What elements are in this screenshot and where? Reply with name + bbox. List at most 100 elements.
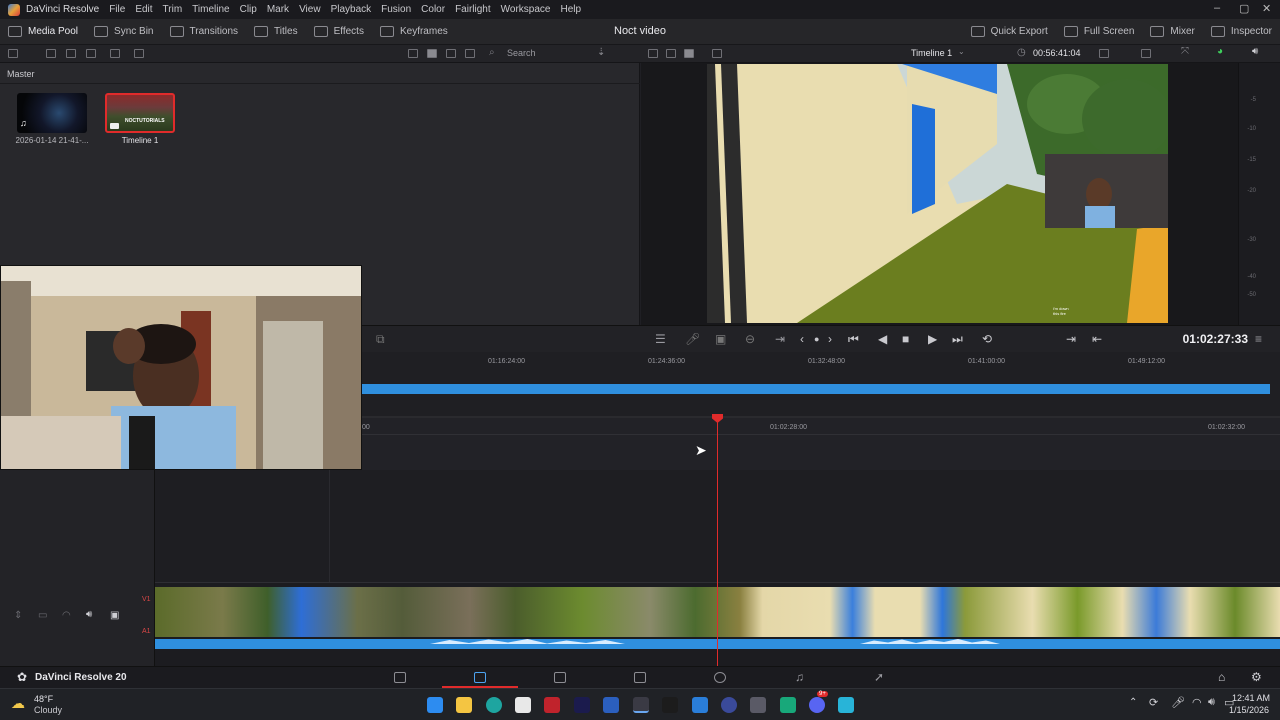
volume-tray-icon[interactable]: 🔊︎ — [1208, 696, 1215, 709]
panel-icon[interactable] — [8, 49, 18, 58]
in-point-icon[interactable]: ⇤ — [1092, 332, 1102, 346]
inspector-button[interactable]: Inspector — [1203, 19, 1280, 45]
layout-icon[interactable] — [712, 49, 722, 58]
color-page-icon[interactable] — [714, 672, 726, 683]
menu-view[interactable]: View — [299, 4, 321, 15]
close-icon[interactable]: ✕ — [1262, 2, 1271, 15]
media-clip-thumbnail[interactable]: ♫ — [17, 93, 87, 133]
mic-tray-icon[interactable]: 🎤︎ — [1171, 696, 1185, 709]
menu-playback[interactable]: Playback — [331, 4, 372, 15]
premiere-icon[interactable] — [574, 697, 590, 713]
headphones-icon[interactable]: ◠ — [62, 610, 71, 621]
out-point-icon[interactable]: ⇥ — [1066, 332, 1076, 346]
word-icon[interactable] — [603, 697, 619, 713]
keyframes-button[interactable]: Keyframes — [372, 19, 456, 45]
filmstrip-view-icon[interactable] — [446, 49, 456, 58]
wifi-icon[interactable]: ◠ — [1192, 696, 1202, 709]
thumbnail-view-icon[interactable] — [427, 49, 437, 58]
playhead-line[interactable] — [717, 418, 718, 666]
volume-icon[interactable]: 🔊︎ — [1252, 46, 1258, 57]
clock-time[interactable]: 12:41 AM — [1232, 693, 1270, 703]
app-icon[interactable] — [721, 697, 737, 713]
timeline-overview[interactable]: 01:16:24:00 01:24:36:00 01:32:48:00 01:4… — [362, 352, 1280, 418]
next-marker-icon[interactable]: › — [828, 332, 832, 346]
dual-viewer-icon[interactable] — [666, 49, 676, 58]
sort-icon[interactable]: ⇣ — [597, 47, 605, 58]
file-explorer-icon[interactable] — [456, 697, 472, 713]
menu-edit[interactable]: Edit — [135, 4, 152, 15]
list-view-icon[interactable] — [465, 49, 475, 58]
weather-icon[interactable]: ☁ — [11, 695, 25, 712]
clock-date[interactable]: 1/15/2026 — [1229, 705, 1269, 715]
menu-trim[interactable]: Trim — [163, 4, 183, 15]
monitor-icon[interactable]: ▣ — [110, 610, 119, 621]
edge-browser-icon[interactable] — [486, 697, 502, 713]
move-track-icon[interactable]: ⇕ — [14, 610, 22, 621]
link-icon[interactable] — [134, 49, 144, 58]
notepad-icon[interactable] — [838, 697, 854, 713]
play-icon[interactable]: ▶ — [928, 332, 937, 346]
settings-sliders-icon[interactable]: ☰ — [655, 332, 666, 346]
go-to-start-icon[interactable]: ⏮︎ — [848, 332, 859, 347]
whatsapp-icon[interactable] — [780, 697, 796, 713]
windows-start-icon[interactable] — [427, 697, 443, 713]
bin-icon[interactable] — [66, 49, 76, 58]
menu-mark[interactable]: Mark — [267, 4, 289, 15]
mail-icon[interactable] — [692, 697, 708, 713]
viewer-panel[interactable]: i'm down this fire — [641, 63, 1238, 325]
mcafee-icon[interactable] — [544, 697, 560, 713]
fusion-page-icon[interactable] — [634, 672, 646, 683]
stop-icon[interactable]: ■ — [902, 332, 909, 346]
store-icon[interactable] — [515, 697, 531, 713]
overlay-icon[interactable]: ▣ — [715, 332, 726, 346]
overview-clip-bar[interactable] — [362, 384, 1270, 394]
color-wheel-icon[interactable]: ◕ — [1217, 46, 1223, 57]
viewer-mode-icon[interactable] — [648, 49, 658, 58]
speaker-icon[interactable]: 🔊︎ — [86, 609, 92, 620]
timeline-clip-thumbnail[interactable]: NOCTUTORIALS — [105, 93, 175, 133]
metadata-view-icon[interactable] — [408, 49, 418, 58]
options-menu-icon[interactable]: ≡ — [1255, 332, 1262, 346]
loop-icon[interactable]: ⟲ — [982, 332, 992, 346]
quick-export-button[interactable]: Quick Export — [963, 19, 1056, 45]
new-bin-icon[interactable] — [46, 49, 56, 58]
tray-chevron-icon[interactable]: ⌃ — [1129, 697, 1137, 708]
search-input[interactable]: Search — [507, 48, 536, 58]
menu-fusion[interactable]: Fusion — [381, 4, 411, 15]
davinci-taskbar-icon[interactable] — [633, 697, 649, 713]
transitions-button[interactable]: Transitions — [162, 19, 247, 45]
mic-icon[interactable]: 🎤︎ — [685, 332, 700, 346]
minimize-icon[interactable]: – — [1214, 2, 1220, 14]
cut-page-icon[interactable] — [474, 672, 486, 683]
zoom-tool-icon[interactable]: ⊖ — [745, 332, 755, 346]
single-viewer-icon[interactable] — [684, 49, 694, 58]
menu-help[interactable]: Help — [560, 4, 581, 15]
mark-icon[interactable]: ⇥ — [775, 332, 785, 346]
chevron-down-icon[interactable]: ⌄ — [958, 47, 965, 56]
settings-gear-icon[interactable]: ⚙ — [1251, 670, 1262, 684]
zoom-icon[interactable] — [1099, 49, 1109, 58]
fairlight-page-icon[interactable]: ♫ — [795, 670, 804, 684]
menu-timeline[interactable]: Timeline — [192, 4, 229, 15]
sync-bin-button[interactable]: Sync Bin — [86, 19, 161, 45]
titles-button[interactable]: Titles — [246, 19, 306, 45]
menu-fairlight[interactable]: Fairlight — [455, 4, 491, 15]
edit-page-icon[interactable] — [554, 672, 566, 683]
go-to-end-icon[interactable]: ⏭︎ — [952, 332, 963, 347]
timeline-selector[interactable]: Timeline 1 — [911, 48, 952, 58]
sync-tray-icon[interactable]: ⟳ — [1149, 696, 1158, 709]
transform-icon[interactable]: ⤧ — [1181, 46, 1189, 57]
mixer-button[interactable]: Mixer — [1142, 19, 1202, 45]
menu-file[interactable]: File — [109, 4, 125, 15]
home-icon[interactable]: ⌂ — [1218, 670, 1225, 684]
media-pool-button[interactable]: Media Pool — [0, 19, 86, 45]
refresh-icon[interactable] — [110, 49, 120, 58]
menu-color[interactable]: Color — [421, 4, 445, 15]
media-page-icon[interactable] — [394, 672, 406, 683]
calculator-icon[interactable] — [750, 697, 766, 713]
discord-icon[interactable] — [809, 697, 825, 713]
marker-dot-icon[interactable]: ● — [814, 334, 819, 344]
sync-icon[interactable] — [86, 49, 96, 58]
prev-marker-icon[interactable]: ‹ — [800, 332, 804, 346]
maximize-icon[interactable]: ▢ — [1239, 2, 1249, 15]
